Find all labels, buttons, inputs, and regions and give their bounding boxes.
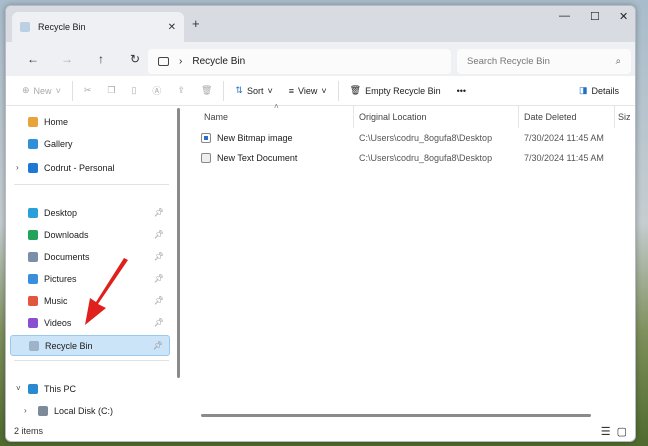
red-arrow-annotation xyxy=(85,258,128,325)
